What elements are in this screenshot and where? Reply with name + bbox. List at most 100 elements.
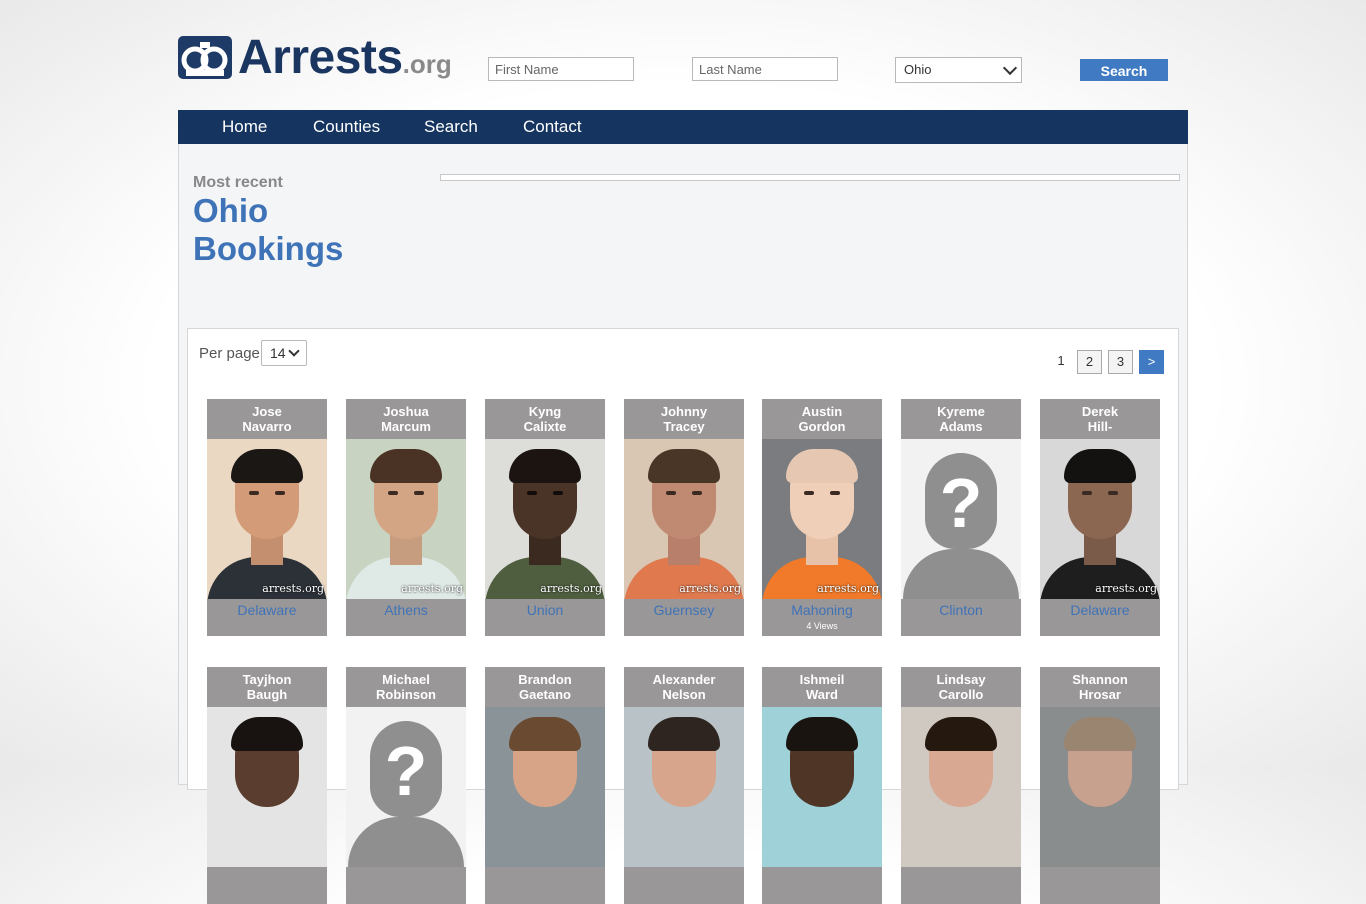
last-name: Ward xyxy=(805,687,839,702)
mugshot-photo[interactable] xyxy=(207,707,327,867)
last-name-input[interactable] xyxy=(692,57,838,81)
watermark: arrests.org xyxy=(1095,582,1157,595)
last-name: Carollo xyxy=(938,687,984,702)
logo-wordmark: Arrests.org xyxy=(238,30,452,92)
first-name: Kyng xyxy=(528,404,562,419)
county-link[interactable]: Union xyxy=(485,602,605,618)
last-name: Robinson xyxy=(376,687,436,702)
pagination-current: 1 xyxy=(1057,353,1065,368)
page-title: Ohio Bookings xyxy=(193,192,393,268)
first-name: Derek xyxy=(1081,404,1119,419)
booking-card[interactable]: Johnny Tracey arrests.org Guernsey xyxy=(624,399,744,636)
inmate-name: Joshua Marcum xyxy=(346,404,466,434)
logo-name: Arrests xyxy=(238,31,403,84)
view-count: 4 Views xyxy=(806,621,838,631)
booking-card[interactable]: Michael Robinson ? xyxy=(346,667,466,904)
pagination-next[interactable]: > xyxy=(1139,350,1164,374)
inmate-name: Derek Hill- xyxy=(1040,404,1160,434)
first-name: Johnny xyxy=(660,404,708,419)
last-name: Marcum xyxy=(381,419,431,434)
inmate-name: Alexander Nelson xyxy=(624,672,744,702)
inmate-name: Johnny Tracey xyxy=(624,404,744,434)
first-name: Brandon xyxy=(518,672,572,687)
nav-home[interactable]: Home xyxy=(222,110,267,144)
booking-card[interactable]: Brandon Gaetano xyxy=(485,667,605,904)
site-logo[interactable]: Arrests.org xyxy=(178,31,473,84)
per-page-select[interactable]: 14 xyxy=(261,340,307,366)
first-name: Austin xyxy=(801,404,843,419)
per-page-label: Per page xyxy=(199,345,260,362)
booking-card[interactable]: Lindsay Carollo xyxy=(901,667,1021,904)
main-nav: Home Counties Search Contact xyxy=(178,110,1188,144)
first-name: Kyreme xyxy=(937,404,985,419)
mugshot-photo[interactable]: arrests.org xyxy=(346,439,466,599)
inmate-name: Brandon Gaetano xyxy=(485,672,605,702)
last-name: Calixte xyxy=(523,419,567,434)
no-photo-placeholder[interactable]: ? xyxy=(346,707,466,867)
booking-card[interactable]: Joshua Marcum arrests.org Athens xyxy=(346,399,466,636)
county-link[interactable]: Athens xyxy=(346,602,466,618)
last-name: Hill- xyxy=(1087,419,1113,434)
last-name: Nelson xyxy=(662,687,706,702)
content-area: Most recent Ohio Bookings Per page 14 1 … xyxy=(178,144,1188,904)
page-title-line1: Ohio xyxy=(193,192,269,229)
first-name-input[interactable] xyxy=(488,57,634,81)
last-name: Gaetano xyxy=(518,687,571,702)
booking-card[interactable]: Kyreme Adams ? Clinton xyxy=(901,399,1021,636)
ad-placeholder xyxy=(440,174,1180,181)
mugshot-photo[interactable]: arrests.org xyxy=(1040,439,1160,599)
search-button[interactable]: Search xyxy=(1080,59,1168,81)
nav-search[interactable]: Search xyxy=(424,110,478,144)
booking-card[interactable]: Ishmeil Ward xyxy=(762,667,882,904)
mugshot-photo[interactable]: arrests.org xyxy=(624,439,744,599)
last-name: Hrosar xyxy=(1079,687,1121,702)
unknown-person-icon: ? xyxy=(346,707,466,867)
first-name: Lindsay xyxy=(936,672,986,687)
nav-counties[interactable]: Counties xyxy=(313,110,380,144)
first-name: Tayjhon xyxy=(242,672,292,687)
county-link[interactable]: Clinton xyxy=(901,602,1021,618)
first-name: Joshua xyxy=(383,404,429,419)
booking-card[interactable]: Jose Navarro arrests.org Delaware xyxy=(207,399,327,636)
state-select[interactable]: Ohio xyxy=(895,57,1022,83)
handcuffs-logo-icon xyxy=(178,36,232,79)
last-name: Adams xyxy=(939,419,983,434)
mugshot-photo[interactable] xyxy=(485,707,605,867)
inmate-name: Kyng Calixte xyxy=(485,404,605,434)
last-name: Baugh xyxy=(246,687,288,702)
booking-card[interactable]: Shannon Hrosar xyxy=(1040,667,1160,904)
mugshot-photo[interactable]: arrests.org xyxy=(762,439,882,599)
pagination-page-2[interactable]: 2 xyxy=(1077,350,1102,374)
inmate-name: Tayjhon Baugh xyxy=(207,672,327,702)
per-page-value: 14 xyxy=(270,345,286,361)
mugshot-photo[interactable]: arrests.org xyxy=(485,439,605,599)
booking-card[interactable]: Alexander Nelson xyxy=(624,667,744,904)
county-link[interactable]: Delaware xyxy=(1040,602,1160,618)
county-link[interactable]: Mahoning xyxy=(762,602,882,618)
first-name: Shannon xyxy=(1072,672,1128,687)
booking-card[interactable]: Tayjhon Baugh xyxy=(207,667,327,904)
booking-card[interactable]: Austin Gordon arrests.org Mahoning 4 View… xyxy=(762,399,882,636)
watermark: arrests.org xyxy=(540,582,602,595)
inmate-name: Austin Gordon xyxy=(762,404,882,434)
mugshot-photo[interactable] xyxy=(624,707,744,867)
mugshot-photo[interactable] xyxy=(1040,707,1160,867)
inmate-name: Michael Robinson xyxy=(346,672,466,702)
mugshot-photo[interactable] xyxy=(762,707,882,867)
inmate-name: Ishmeil Ward xyxy=(762,672,882,702)
county-link[interactable]: Delaware xyxy=(207,602,327,618)
mugshot-photo[interactable] xyxy=(901,707,1021,867)
mugshot-photo[interactable]: arrests.org xyxy=(207,439,327,599)
booking-card[interactable]: Kyng Calixte arrests.org Union xyxy=(485,399,605,636)
page-title-line2: Bookings xyxy=(193,230,344,267)
pagination-page-3[interactable]: 3 xyxy=(1108,350,1133,374)
unknown-person-icon: ? xyxy=(901,439,1021,599)
county-link[interactable]: Guernsey xyxy=(624,602,744,618)
watermark: arrests.org xyxy=(817,582,879,595)
inmate-name: Jose Navarro xyxy=(207,404,327,434)
no-photo-placeholder[interactable]: ? xyxy=(901,439,1021,599)
first-name: Jose xyxy=(252,404,282,419)
nav-contact[interactable]: Contact xyxy=(523,110,582,144)
bookings-panel: Per page 14 1 2 3 > Jose Navarro arrests… xyxy=(187,328,1179,904)
booking-card[interactable]: Derek Hill- arrests.org Delaware xyxy=(1040,399,1160,636)
